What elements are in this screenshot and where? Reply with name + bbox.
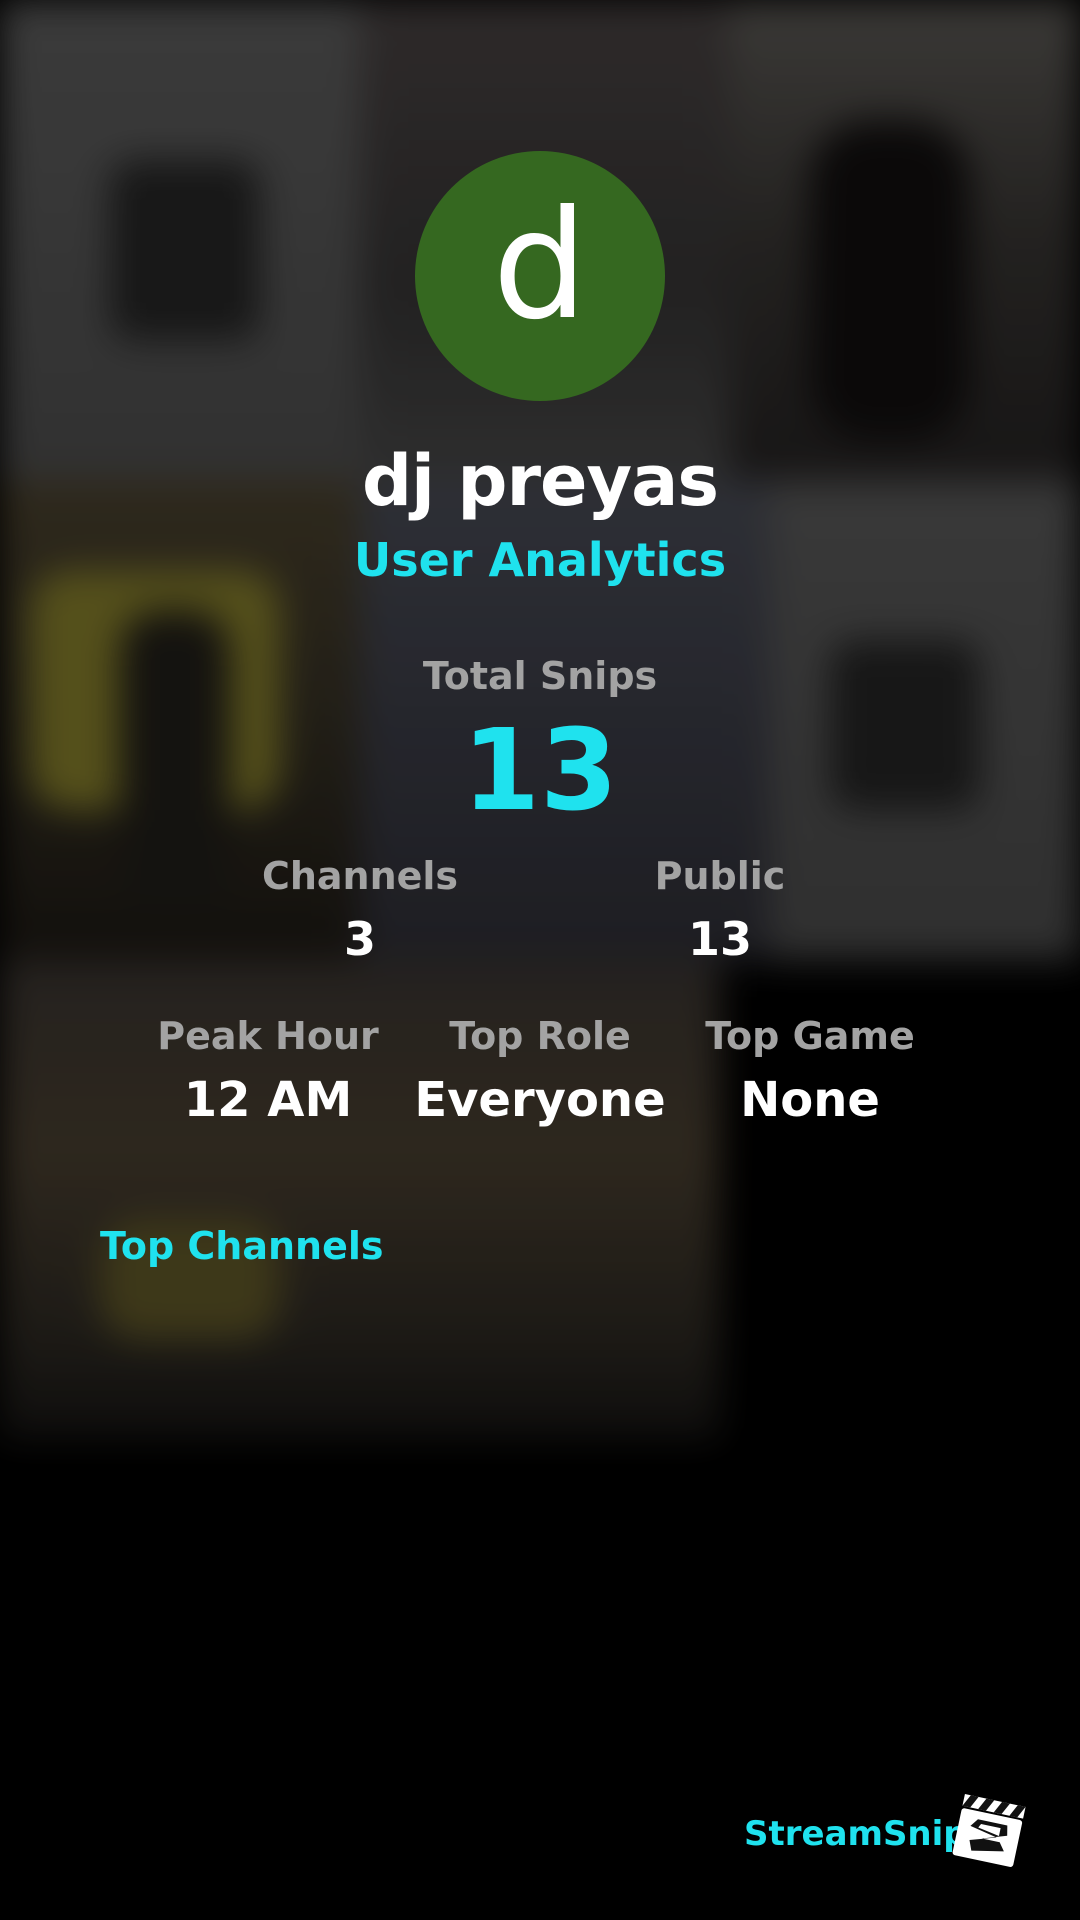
total-snips-label: Total Snips (422, 654, 658, 698)
top-channels-heading: Top Channels (100, 1224, 384, 1268)
peak-hour-label: Peak Hour (157, 1014, 379, 1058)
public-value: 13 (687, 912, 752, 966)
total-snips-value: 13 (462, 706, 618, 836)
avatar-letter: d (492, 179, 588, 353)
top-role-value: Everyone (414, 1072, 666, 1128)
content: d dj preyas User Analytics Total Snips 1… (0, 0, 1080, 1920)
analytics-card: d dj preyas User Analytics Total Snips 1… (0, 0, 1080, 1920)
channels-value: 3 (343, 912, 376, 966)
channels-label: Channels (261, 854, 459, 898)
avatar: d (415, 151, 665, 401)
brand-footer: StreamSnip (700, 1790, 1080, 1880)
top-role-label: Top Role (449, 1014, 631, 1058)
top-game-value: None (740, 1072, 880, 1128)
top-game-label: Top Game (705, 1014, 915, 1058)
peak-hour-value: 12 AM (183, 1072, 353, 1128)
username: dj preyas (361, 440, 719, 522)
brand-name: StreamSnip (744, 1814, 968, 1854)
page-subtitle: User Analytics (353, 533, 727, 587)
clapperboard-logo-icon (952, 1794, 1026, 1867)
public-label: Public (654, 854, 786, 898)
